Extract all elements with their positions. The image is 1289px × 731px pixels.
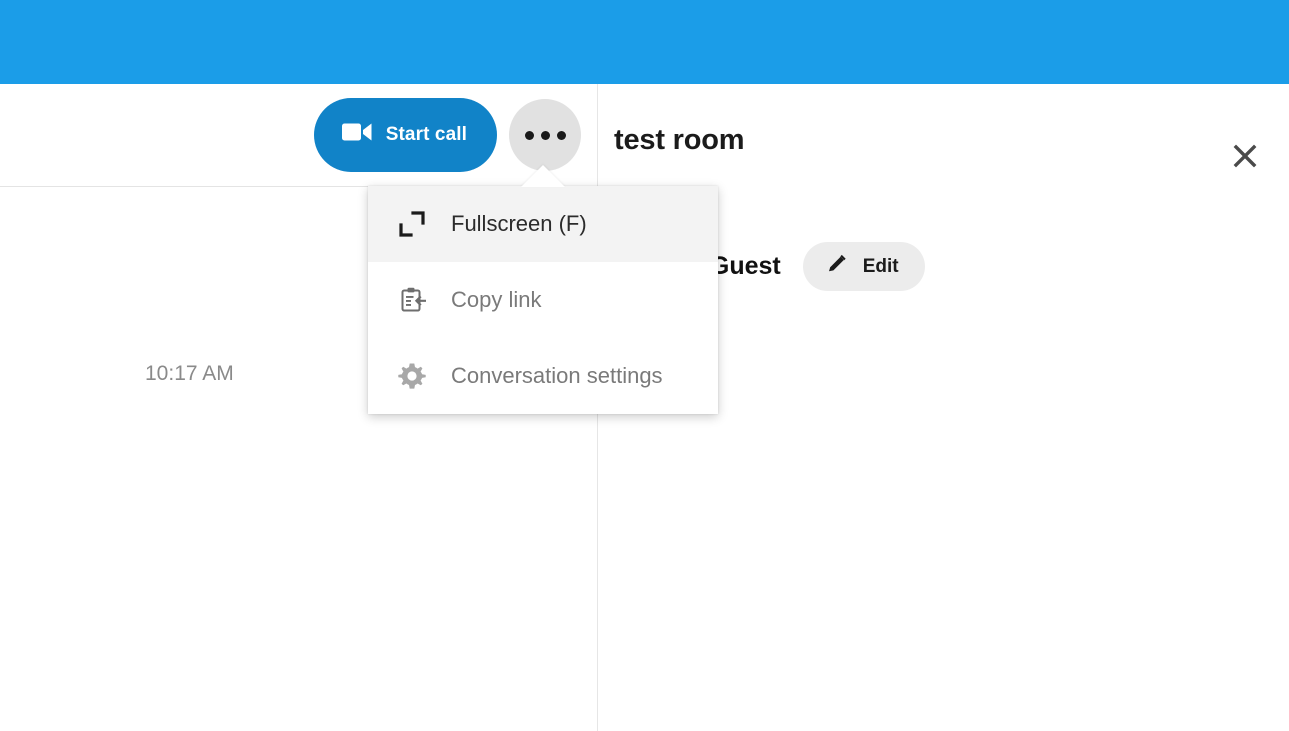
app-banner [0, 0, 1289, 84]
ellipsis-dot [556, 130, 566, 140]
menu-item-label: Conversation settings [451, 363, 663, 388]
close-button[interactable] [1223, 134, 1267, 178]
more-options-button[interactable] [509, 99, 581, 171]
fullscreen-icon [398, 210, 426, 238]
close-icon [1233, 144, 1257, 168]
app-root: Start call 10:17 AM test room y name: G [0, 0, 1289, 731]
menu-item-copy-link[interactable]: Copy link [368, 262, 718, 338]
menu-item-label: Fullscreen (F) [451, 211, 587, 236]
page-title: test room [614, 124, 745, 156]
message-timestamp: 10:17 AM [145, 362, 234, 385]
menu-item-fullscreen[interactable]: Fullscreen (F) [368, 186, 718, 262]
conversation-header-actions: Start call [313, 98, 581, 172]
ellipsis-dot [524, 130, 534, 140]
pencil-icon [825, 252, 849, 282]
more-options-menu: Fullscreen (F) Copy link Conversation se… [368, 186, 718, 414]
edit-display-name-button[interactable]: Edit [802, 242, 925, 291]
copy-link-icon [398, 286, 426, 314]
conversation-header: Start call [0, 84, 598, 187]
menu-item-conversation-settings[interactable]: Conversation settings [368, 338, 718, 414]
edit-label: Edit [862, 255, 899, 277]
dropdown-pointer [521, 165, 565, 187]
video-camera-icon [341, 122, 372, 148]
display-name-value: Guest [709, 252, 781, 280]
start-call-label: Start call [385, 124, 467, 145]
menu-item-label: Copy link [451, 287, 542, 312]
start-call-button[interactable]: Start call [313, 98, 497, 172]
ellipsis-dot [540, 130, 550, 140]
gear-icon [398, 362, 426, 390]
